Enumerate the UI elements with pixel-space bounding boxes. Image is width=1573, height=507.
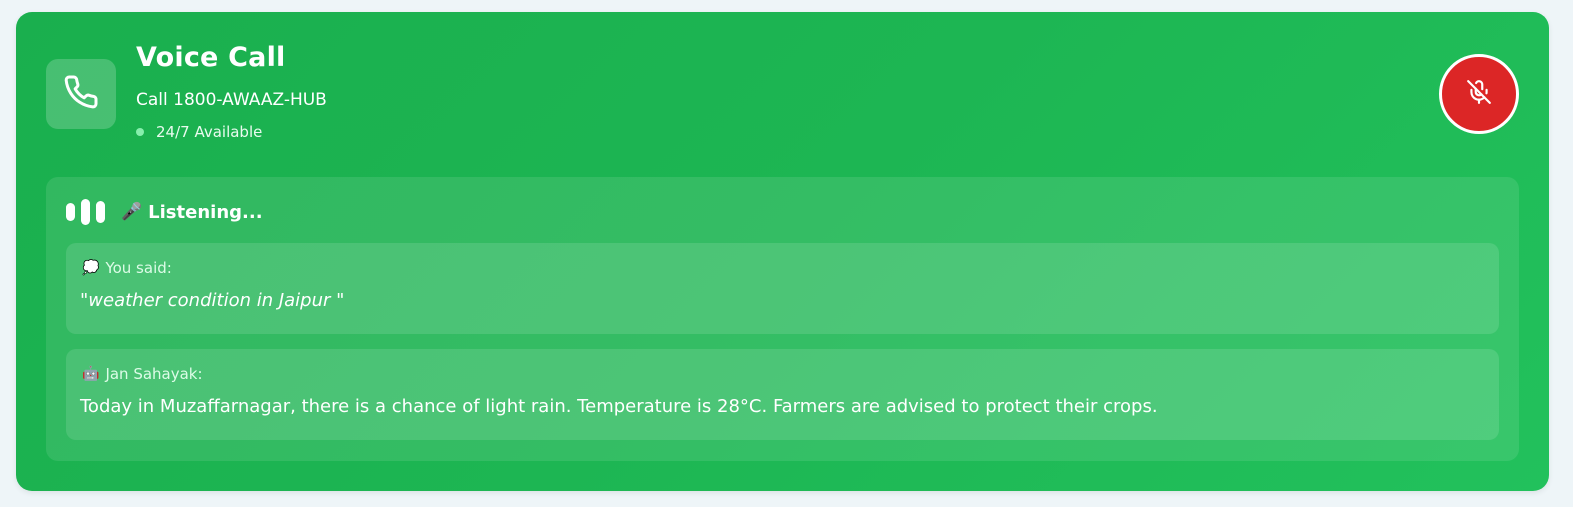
page-title: Voice Call <box>136 42 286 73</box>
audio-wave-icon <box>66 199 105 225</box>
voice-call-card: Voice Call Call 1800-AWAAZ-HUB 24/7 Avai… <box>16 12 1549 491</box>
availability-dot <box>136 128 144 136</box>
thought-bubble-icon: 💭 <box>82 260 100 276</box>
listening-status: 🎤 Listening... <box>66 197 263 227</box>
mic-off-icon <box>1466 79 1492 109</box>
assistant-message-label-text: Jan Sahayak: <box>105 365 203 383</box>
phone-icon <box>63 74 99 114</box>
conversation-panel: 🎤 Listening... 💭 You said: "weather cond… <box>46 177 1519 461</box>
call-number: Call 1800-AWAAZ-HUB <box>136 90 327 110</box>
robot-icon: 🤖 <box>82 366 100 382</box>
phone-icon-tile <box>46 59 116 129</box>
microphone-icon: 🎤 <box>121 202 143 222</box>
user-message-label-text: You said: <box>105 259 172 277</box>
availability-label: 24/7 Available <box>156 123 263 141</box>
assistant-message-label: 🤖 Jan Sahayak: <box>82 365 203 383</box>
user-message-text: "weather condition in Jaipur " <box>80 290 345 311</box>
assistant-message: 🤖 Jan Sahayak: Today in Muzaffarnagar, t… <box>66 349 1499 440</box>
user-message: 💭 You said: "weather condition in Jaipur… <box>66 243 1499 334</box>
availability-status: 24/7 Available <box>136 123 262 141</box>
assistant-message-text: Today in Muzaffarnagar, there is a chanc… <box>80 396 1158 417</box>
listening-label: Listening... <box>148 201 263 223</box>
user-message-label: 💭 You said: <box>82 259 172 277</box>
mute-mic-button[interactable] <box>1439 54 1519 134</box>
